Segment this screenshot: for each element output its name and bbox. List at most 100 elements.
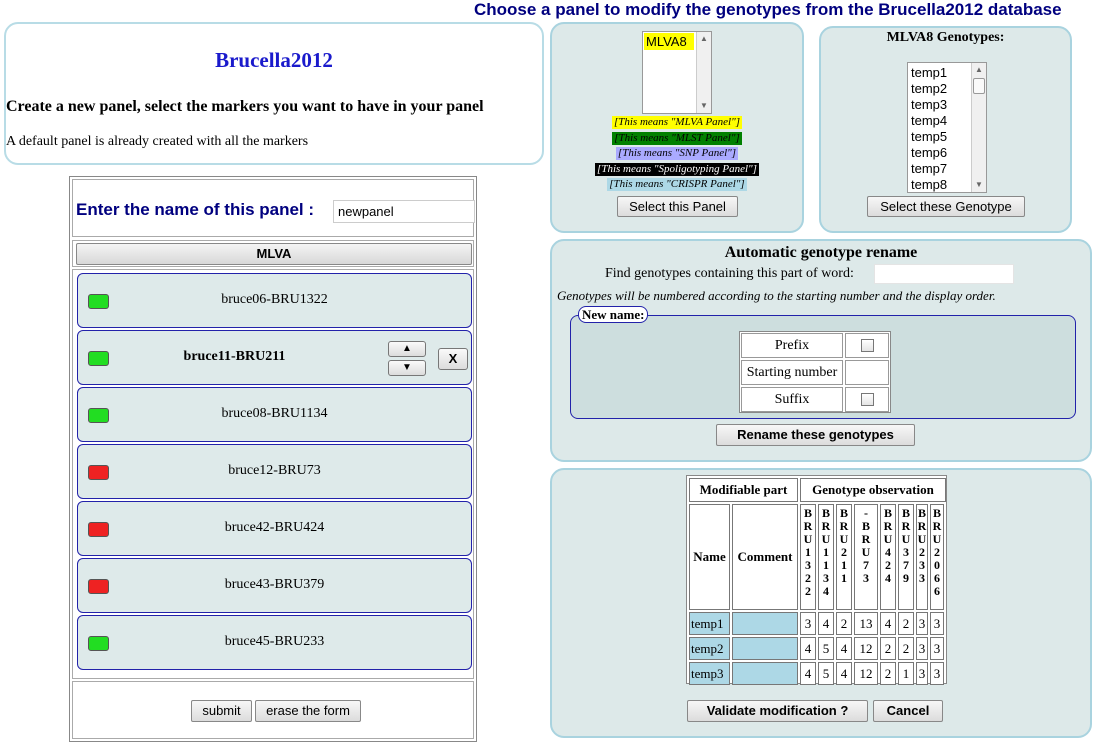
marker-name: bruce08-BRU1134 (221, 406, 328, 421)
new-name-fieldset: New name: Prefix Starting number Suffix (570, 306, 1076, 419)
marker-column-header: BRU2066 (930, 504, 944, 610)
genotype-listbox-scrollbar[interactable]: ▲ ▼ (971, 63, 986, 192)
marker-column-label: BRU424 (883, 506, 893, 585)
form-actions: submit erase the form (72, 681, 474, 739)
marker-name: bruce06-BRU1322 (221, 292, 328, 307)
comment-input[interactable] (732, 637, 798, 660)
erase-form-button[interactable]: erase the form (255, 700, 361, 722)
genotype-option[interactable]: temp8 (911, 177, 947, 193)
genotype-value-cell[interactable]: 3 (930, 612, 944, 635)
create-panel-heading: Create a new panel, select the markers y… (6, 98, 484, 115)
genotype-value-cell[interactable]: 2 (898, 637, 914, 660)
marker-item[interactable]: bruce12-BRU73 (77, 444, 472, 499)
mlva-section-button[interactable]: MLVA (76, 243, 472, 265)
cancel-button[interactable]: Cancel (873, 700, 943, 722)
genotype-option[interactable]: temp2 (911, 81, 947, 97)
scroll-thumb[interactable] (973, 78, 985, 94)
genotype-option[interactable]: temp5 (911, 129, 947, 145)
genotype-value-cell[interactable]: 12 (854, 637, 878, 660)
panel-type-legend-item: [This means "SNP Panel"] (615, 147, 739, 160)
genotype-value-cell[interactable]: 3 (930, 637, 944, 660)
genotype-value-cell[interactable]: 3 (916, 637, 928, 660)
numbering-note: Genotypes will be numbered according to … (557, 288, 996, 303)
scroll-up-icon[interactable]: ▲ (697, 33, 711, 45)
section-row: MLVA (72, 240, 474, 267)
genotype-option[interactable]: temp1 (911, 65, 947, 81)
genotype-listbox[interactable]: temp1 temp2 temp3 temp4 temp5 temp6 temp7 temp8… (907, 62, 987, 193)
marker-item[interactable]: bruce11-BRU211 ▲ ▼ X (77, 330, 472, 385)
marker-name: bruce43-BRU379 (224, 577, 325, 592)
remove-marker-button[interactable]: X (438, 348, 468, 370)
panel-name-input[interactable] (333, 200, 475, 223)
marker-list: bruce06-BRU1322 bruce11-BRU211 ▲ ▼ Xbruce08-… (72, 269, 474, 679)
move-up-icon[interactable]: ▲ (388, 341, 426, 357)
starting-number-input[interactable] (845, 360, 889, 385)
genotype-value-cell[interactable]: 4 (880, 612, 896, 635)
marker-column-label: BRU2066 (932, 506, 942, 598)
marker-item[interactable]: bruce08-BRU1134 (77, 387, 472, 442)
scroll-up-icon[interactable]: ▲ (972, 64, 986, 76)
genotype-option[interactable]: temp7 (911, 161, 947, 177)
genotype-value-cell[interactable]: 3 (930, 662, 944, 685)
submit-button[interactable]: submit (191, 700, 252, 722)
comment-input[interactable] (732, 612, 798, 635)
genotype-value-cell[interactable]: 3 (916, 612, 928, 635)
marker-column-header: -BRU73 (854, 504, 878, 610)
panel-listbox[interactable]: MLVA8 ▲ ▼ (642, 31, 712, 114)
rename-box: Automatic genotype rename Find genotypes… (550, 239, 1092, 462)
genotype-value-cell[interactable]: 4 (836, 662, 852, 685)
genotype-value-cell[interactable]: 2 (836, 612, 852, 635)
marker-item[interactable]: bruce06-BRU1322 (77, 273, 472, 328)
marker-item[interactable]: bruce43-BRU379 (77, 558, 472, 613)
panel-option[interactable]: MLVA8 (644, 33, 694, 50)
move-down-icon[interactable]: ▼ (388, 360, 426, 376)
genotype-value-cell[interactable]: 4 (800, 637, 816, 660)
find-genotype-input[interactable] (874, 264, 1014, 284)
genotype-value-cell[interactable]: 4 (836, 637, 852, 660)
scroll-down-icon[interactable]: ▼ (697, 100, 711, 112)
genotype-value-cell[interactable]: 5 (818, 662, 834, 685)
genotype-value-cell[interactable]: 1 (898, 662, 914, 685)
genotype-value-cell[interactable]: 2 (880, 637, 896, 660)
prefix-checkbox[interactable] (861, 339, 874, 352)
genotype-option[interactable]: temp4 (911, 113, 947, 129)
marker-column-label: BRU233 (917, 506, 927, 585)
genotype-value-cell[interactable]: 5 (818, 637, 834, 660)
genotype-value-cell[interactable]: 13 (854, 612, 878, 635)
marker-item[interactable]: bruce45-BRU233 (77, 615, 472, 670)
scroll-down-icon[interactable]: ▼ (972, 179, 986, 191)
marker-item[interactable]: bruce42-BRU424 (77, 501, 472, 556)
genotype-value-cell[interactable]: 2 (880, 662, 896, 685)
marker-name: bruce42-BRU424 (224, 520, 325, 535)
genotype-value-cell[interactable]: 4 (818, 612, 834, 635)
genotype-value-cell[interactable]: 4 (800, 662, 816, 685)
modifiable-part-header: Modifiable part (689, 478, 798, 502)
find-label: Find genotypes containing this part of w… (605, 266, 854, 281)
comment-input[interactable] (732, 662, 798, 685)
marker-column-header: BRU379 (898, 504, 914, 610)
genotype-value-cell[interactable]: 12 (854, 662, 878, 685)
comment-column-header: Comment (732, 504, 798, 610)
genotype-option[interactable]: temp3 (911, 97, 947, 113)
rename-title: Automatic genotype rename (724, 244, 918, 261)
marker-name: bruce45-BRU233 (224, 634, 325, 649)
genotype-value-cell[interactable]: 2 (898, 612, 914, 635)
marker-column-header: BRU1322 (800, 504, 816, 610)
genotype-observation-header: Genotype observation (800, 478, 946, 502)
panel-listbox-scrollbar[interactable]: ▲ ▼ (696, 32, 711, 113)
genotype-option[interactable]: temp6 (911, 145, 947, 161)
select-panel-button[interactable]: Select this Panel (617, 196, 738, 217)
genotype-value-cell[interactable]: 3 (916, 662, 928, 685)
suffix-cell (845, 387, 889, 412)
default-panel-note: A default panel is already created with … (6, 134, 309, 149)
genotype-observation-table: Modifiable part Genotype observation Name C… (686, 475, 947, 685)
marker-name: bruce12-BRU73 (228, 463, 321, 478)
rename-genotypes-button[interactable]: Rename these genotypes (716, 424, 915, 446)
select-genotypes-button[interactable]: Select these Genotype (867, 196, 1025, 217)
marker-column-header: BRU211 (836, 504, 852, 610)
genotype-value-cell[interactable]: 3 (800, 612, 816, 635)
validate-button[interactable]: Validate modification ? (687, 700, 868, 722)
suffix-checkbox[interactable] (861, 393, 874, 406)
observation-box: Modifiable part Genotype observation Name C… (550, 468, 1092, 738)
genotype-name-cell: temp1 (689, 612, 730, 635)
